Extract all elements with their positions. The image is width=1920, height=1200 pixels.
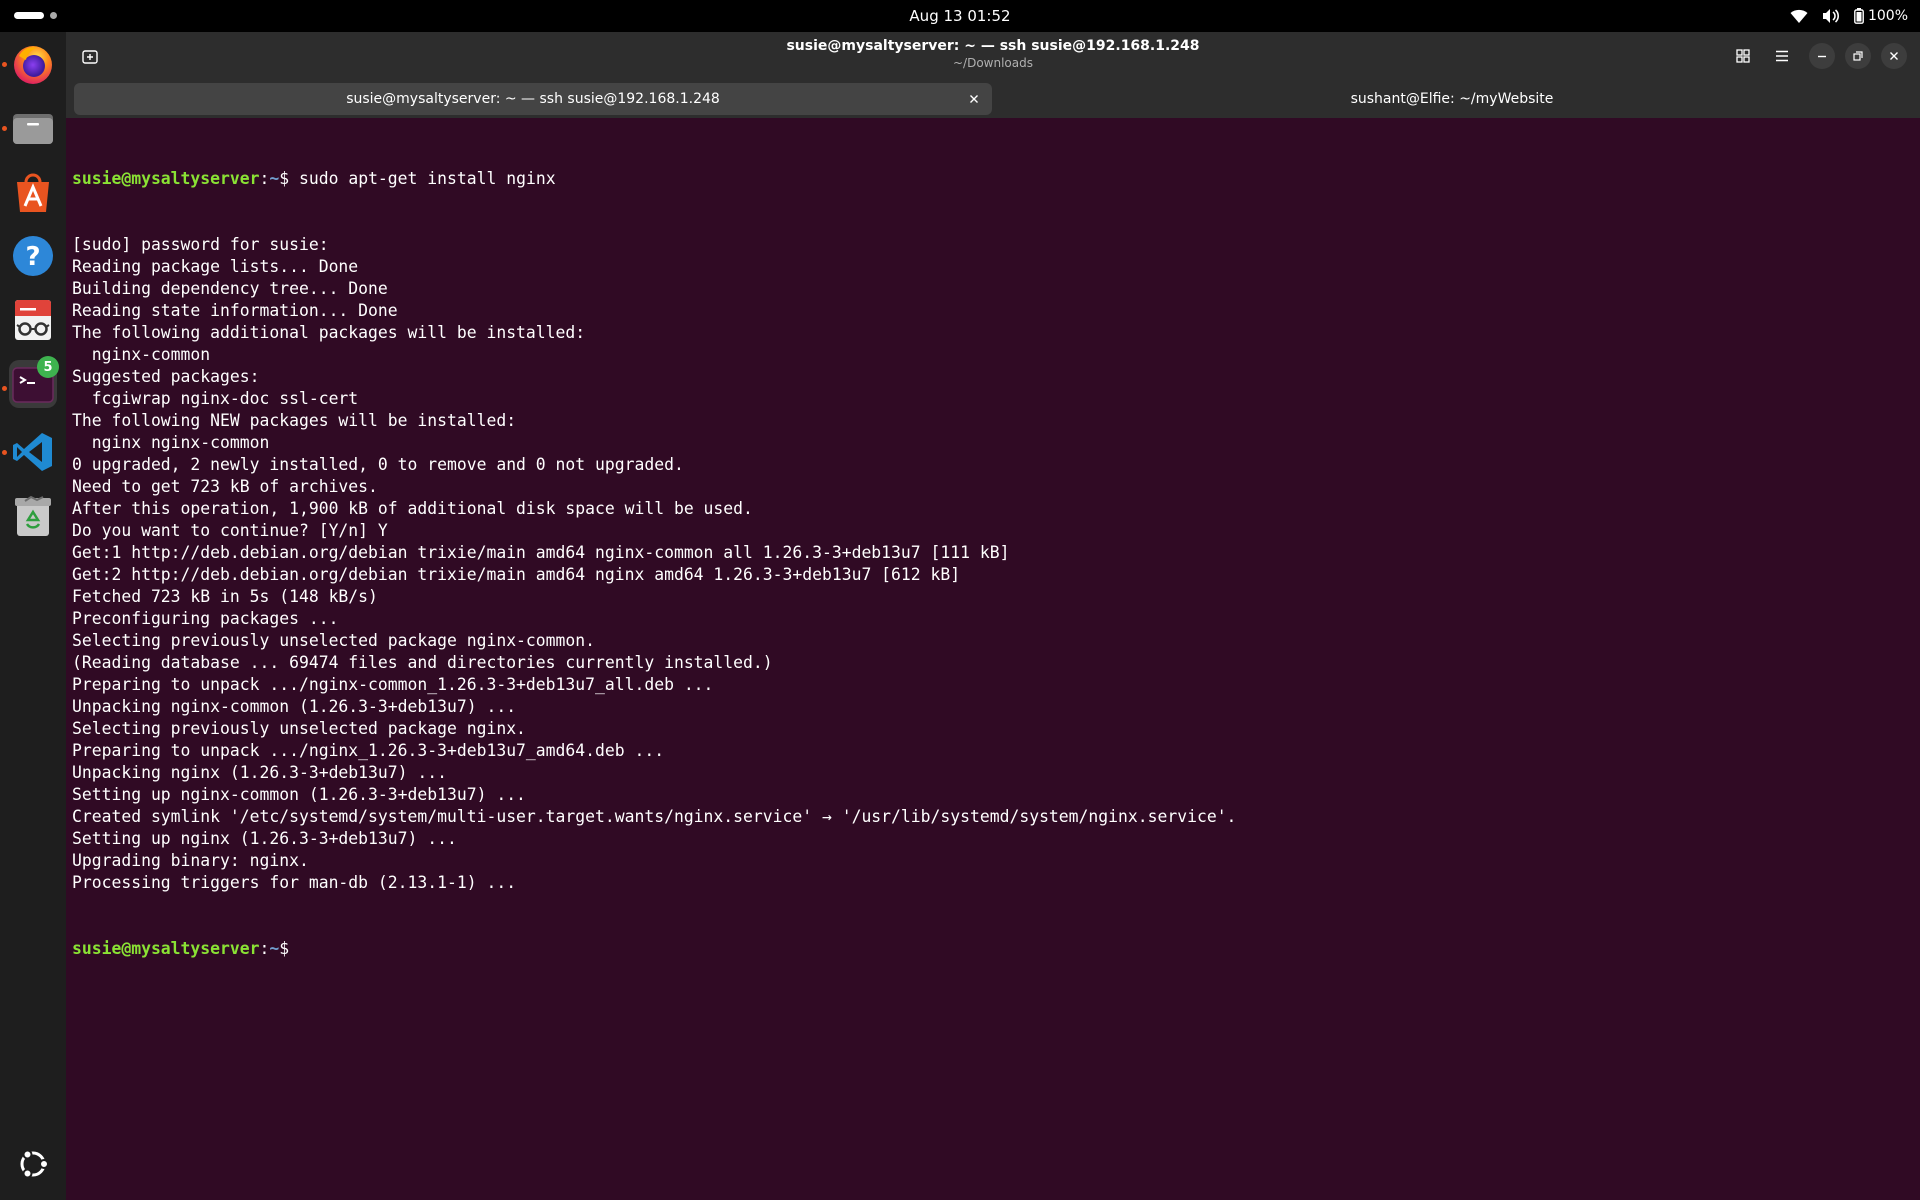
tab-elfie-mywebsite[interactable]: sushant@Elfie: ~/myWebsite bbox=[992, 83, 1912, 115]
prompt-user: susie@mysaltyserver bbox=[72, 169, 260, 188]
close-icon bbox=[1890, 52, 1898, 60]
output-line: Selecting previously unselected package … bbox=[72, 631, 596, 650]
system-tray[interactable]: 100% bbox=[1790, 0, 1908, 32]
prompt-user: susie@mysaltyserver bbox=[72, 939, 260, 958]
output-line: Unpacking nginx (1.26.3-3+deb13u7) ... bbox=[72, 763, 447, 782]
wifi-icon bbox=[1790, 8, 1808, 24]
help-icon: ? bbox=[13, 236, 53, 276]
command-line: susie@mysaltyserver:~$ sudo apt-get inst… bbox=[72, 169, 556, 188]
top-bar: Aug 13 01:52 100% bbox=[0, 0, 1920, 32]
close-icon bbox=[970, 95, 978, 103]
volume-icon bbox=[1822, 8, 1840, 24]
tab-label: susie@mysaltyserver: ~ — ssh susie@192.1… bbox=[346, 91, 720, 107]
output-line: Reading package lists... Done bbox=[72, 257, 359, 276]
output-line: Setting up nginx-common (1.26.3-3+deb13u… bbox=[72, 785, 526, 804]
tab-ssh-mysaltyserver[interactable]: susie@mysaltyserver: ~ — ssh susie@192.1… bbox=[74, 83, 992, 115]
main-menu-button[interactable] bbox=[1769, 43, 1795, 69]
output-line: Building dependency tree... Done bbox=[72, 279, 388, 298]
current-prompt-line: susie@mysaltyserver:~$ bbox=[72, 939, 290, 958]
maximize-button[interactable] bbox=[1845, 43, 1871, 69]
output-lines: [sudo] password for susie: Reading packag… bbox=[72, 234, 1912, 894]
output-line: fcgiwrap nginx-doc ssl-cert bbox=[72, 389, 359, 408]
hamburger-menu-icon bbox=[1776, 50, 1788, 62]
dock-item-terminal[interactable]: 5 bbox=[9, 356, 59, 408]
svg-text:?: ? bbox=[25, 242, 40, 272]
running-indicator bbox=[2, 62, 7, 67]
output-line: nginx-common bbox=[72, 345, 211, 364]
close-tab-button[interactable] bbox=[964, 89, 984, 109]
grid-icon bbox=[1736, 49, 1750, 63]
dock-item-help[interactable]: ? bbox=[9, 232, 57, 280]
dock-item-files[interactable] bbox=[9, 104, 57, 152]
battery-icon bbox=[1854, 8, 1864, 24]
output-line: nginx nginx-common bbox=[72, 433, 270, 452]
window-subtitle: ~/Downloads bbox=[953, 56, 1033, 70]
output-line: Do you want to continue? [Y/n] Y bbox=[72, 521, 388, 540]
header-bar[interactable]: susie@mysaltyserver: ~ — ssh susie@192.1… bbox=[66, 32, 1920, 80]
running-indicator bbox=[2, 386, 7, 391]
dock-item-firefox[interactable] bbox=[9, 40, 57, 88]
output-line: Preconfiguring packages ... bbox=[72, 609, 339, 628]
output-line: Preparing to unpack .../nginx-common_1.2… bbox=[72, 675, 714, 694]
vscode-icon bbox=[13, 433, 52, 471]
output-line: 0 upgraded, 2 newly installed, 0 to remo… bbox=[72, 455, 684, 474]
output-line: After this operation, 1,900 kB of additi… bbox=[72, 499, 753, 518]
minimize-button[interactable] bbox=[1809, 43, 1835, 69]
output-line: Fetched 723 kB in 5s (148 kB/s) bbox=[72, 587, 378, 606]
battery-percent: 100% bbox=[1867, 8, 1908, 24]
dock: ? 5 bbox=[0, 32, 66, 1200]
app-center-icon bbox=[17, 173, 49, 212]
dock-item-app-center[interactable] bbox=[9, 168, 57, 216]
output-line: Setting up nginx (1.26.3-3+deb13u7) ... bbox=[72, 829, 457, 848]
dock-item-trash[interactable] bbox=[9, 492, 57, 540]
running-indicator bbox=[2, 126, 7, 131]
dock-item-vscode[interactable] bbox=[9, 428, 57, 476]
ubuntu-logo-icon bbox=[20, 1149, 49, 1179]
output-line: The following additional packages will b… bbox=[72, 323, 586, 342]
output-line: The following NEW packages will be insta… bbox=[72, 411, 517, 430]
document-viewer-icon bbox=[15, 300, 51, 340]
firefox-icon bbox=[14, 46, 52, 84]
clock-text: Aug 13 01:52 bbox=[909, 7, 1011, 25]
notification-badge: 5 bbox=[37, 356, 59, 378]
tab-label: sushant@Elfie: ~/myWebsite bbox=[1350, 91, 1554, 107]
restore-icon bbox=[1853, 51, 1863, 61]
output-line: Suggested packages: bbox=[72, 367, 260, 386]
window-title: susie@mysaltyserver: ~ — ssh susie@192.1… bbox=[786, 38, 1200, 54]
output-line: Created symlink '/etc/systemd/system/mul… bbox=[72, 807, 1237, 826]
prompt-symbol: $ bbox=[279, 169, 290, 188]
files-icon bbox=[13, 114, 53, 144]
close-window-button[interactable] bbox=[1881, 43, 1907, 69]
tab-bar: susie@mysaltyserver: ~ — ssh susie@192.1… bbox=[66, 80, 1920, 118]
output-line: Upgrading binary: nginx. bbox=[72, 851, 309, 870]
show-apps-button[interactable] bbox=[9, 1140, 57, 1188]
battery-indicator: 100% bbox=[1854, 8, 1908, 24]
output-line: Reading state information... Done bbox=[72, 301, 398, 320]
prompt-path: ~ bbox=[269, 169, 280, 188]
prompt-symbol: $ bbox=[279, 939, 290, 958]
clock[interactable]: Aug 13 01:52 bbox=[0, 0, 1920, 32]
output-line: Preparing to unpack .../nginx_1.26.3-3+d… bbox=[72, 741, 665, 760]
command-text: sudo apt-get install nginx bbox=[289, 169, 556, 188]
output-line: Get:1 http://deb.debian.org/debian trixi… bbox=[72, 543, 1010, 562]
prompt-path: ~ bbox=[269, 939, 280, 958]
output-line: (Reading database ... 69474 files and di… bbox=[72, 653, 773, 672]
trash-icon bbox=[15, 495, 51, 536]
output-line: Selecting previously unselected package … bbox=[72, 719, 526, 738]
tab-overview-button[interactable] bbox=[1730, 43, 1756, 69]
terminal-output[interactable]: susie@mysaltyserver:~$ sudo apt-get inst… bbox=[72, 124, 1912, 1194]
output-line: Need to get 723 kB of archives. bbox=[72, 477, 378, 496]
minimize-icon bbox=[1818, 55, 1826, 58]
running-indicator bbox=[2, 450, 7, 455]
dock-item-document-viewer[interactable] bbox=[9, 296, 57, 344]
output-line: Unpacking nginx-common (1.26.3-3+deb13u7… bbox=[72, 697, 517, 716]
output-line: [sudo] password for susie: bbox=[72, 235, 329, 254]
output-line: Get:2 http://deb.debian.org/debian trixi… bbox=[72, 565, 961, 584]
terminal-window: susie@mysaltyserver: ~ — ssh susie@192.1… bbox=[66, 32, 1920, 1200]
output-line: Processing triggers for man-db (2.13.1-1… bbox=[72, 873, 517, 892]
